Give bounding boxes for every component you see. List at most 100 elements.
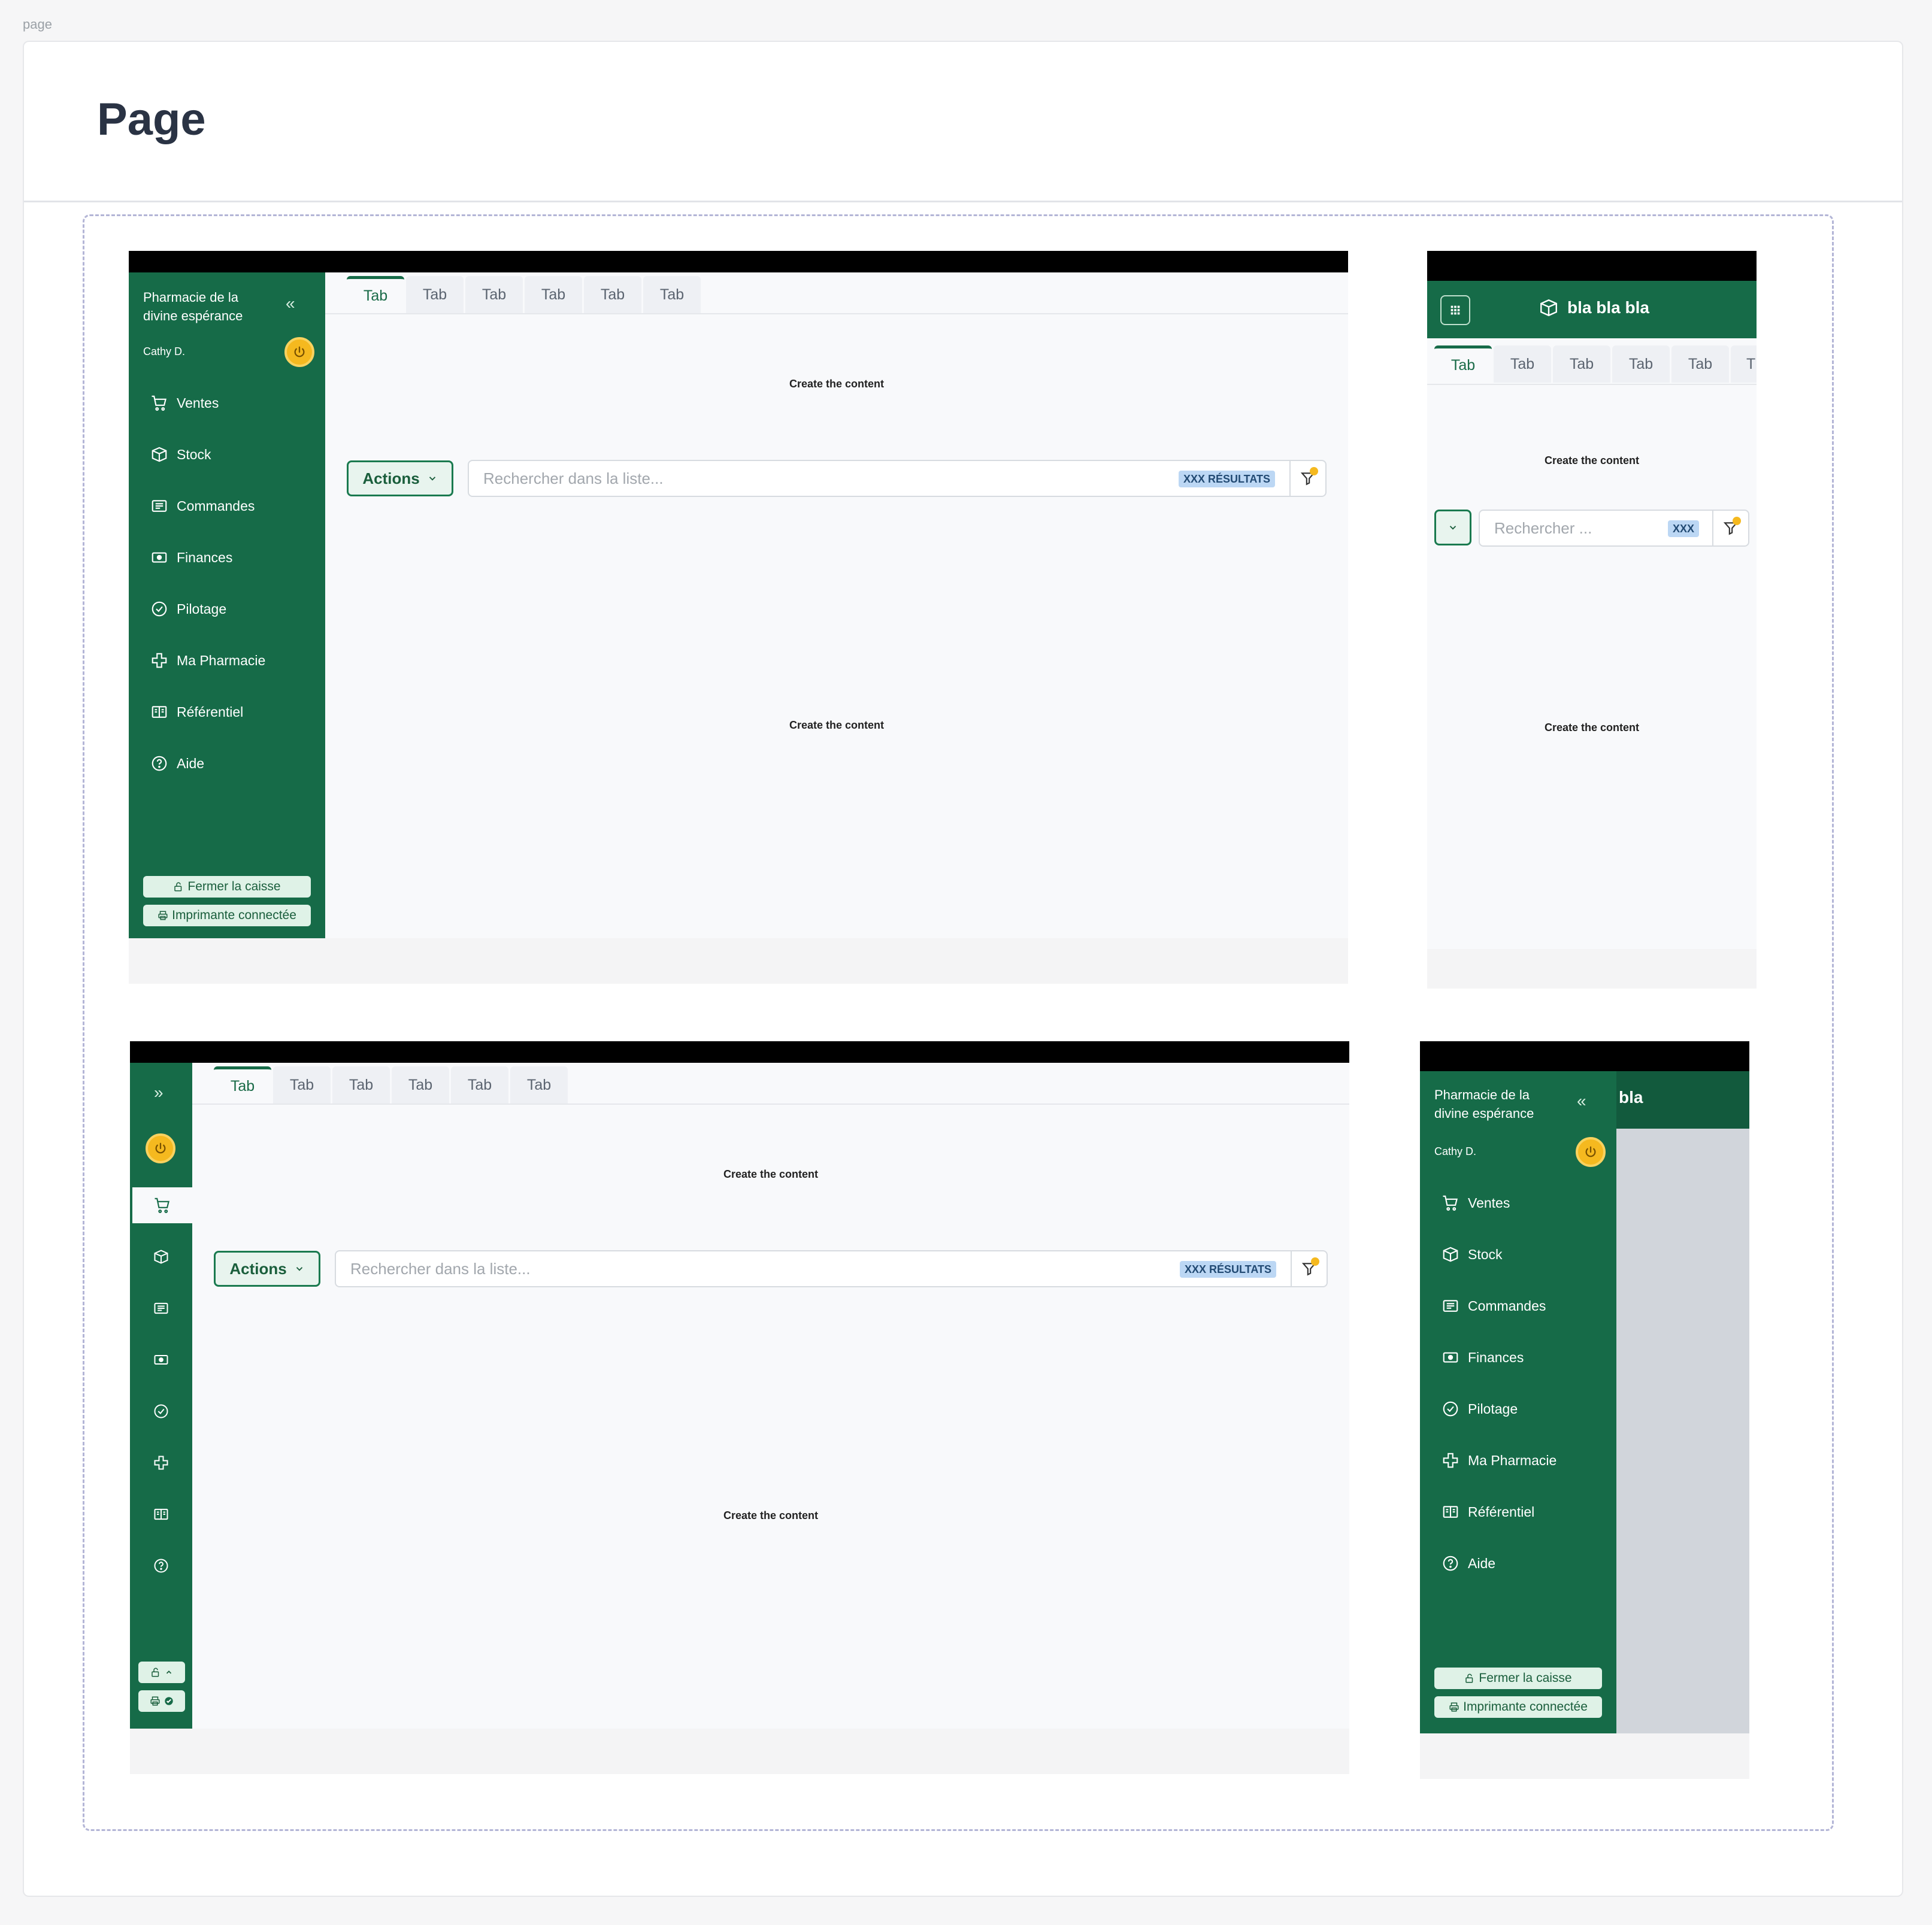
gauge-icon bbox=[152, 601, 167, 617]
sidebar-drawer: Pharmacie de la divine espérance « Cathy … bbox=[1420, 1071, 1616, 1733]
tab-1[interactable]: Tab bbox=[347, 276, 404, 313]
book-icon bbox=[1443, 1506, 1458, 1518]
cross-icon bbox=[1443, 1453, 1458, 1468]
status-bar bbox=[129, 251, 1348, 272]
tab-6[interactable]: Tab bbox=[643, 276, 701, 313]
sidebar-item-finances[interactable]: Finances bbox=[1442, 1345, 1524, 1369]
sidebar-item-pilotage[interactable]: Pilotage bbox=[1442, 1397, 1518, 1421]
filter-button[interactable] bbox=[1712, 511, 1748, 545]
tab-4[interactable]: Tab bbox=[392, 1066, 449, 1104]
sidebar-item-label: Ventes bbox=[1468, 1195, 1510, 1211]
actions-button[interactable]: Actions bbox=[347, 460, 453, 496]
printer-status-button[interactable]: Imprimante connectée bbox=[1434, 1696, 1602, 1718]
frames-container: Pharmacie de la divine espérance « Cathy … bbox=[83, 214, 1834, 1831]
expand-sidebar-button[interactable]: » bbox=[154, 1083, 163, 1102]
actions-button[interactable]: Actions bbox=[214, 1251, 320, 1287]
tab-5[interactable]: Tab bbox=[451, 1066, 508, 1104]
sidebar-item-aide[interactable] bbox=[131, 1548, 191, 1584]
gauge-icon bbox=[1443, 1401, 1458, 1417]
tab-3[interactable]: Tab bbox=[465, 276, 523, 313]
search-input[interactable] bbox=[350, 1251, 1129, 1286]
sidebar-item-ma-pharmacie[interactable]: Ma Pharmacie bbox=[150, 648, 265, 672]
sidebar-item-commandes[interactable] bbox=[131, 1290, 191, 1326]
sidebar-item-stock[interactable]: Stock bbox=[150, 442, 211, 466]
filter-button[interactable] bbox=[1289, 461, 1325, 496]
backdrop-overlay[interactable] bbox=[1616, 1129, 1749, 1733]
user-name: Cathy D. bbox=[1434, 1145, 1477, 1157]
sidebar-item-ma-pharmacie[interactable]: Ma Pharmacie bbox=[1442, 1448, 1556, 1472]
actions-label: Actions bbox=[229, 1259, 287, 1278]
cash-icon bbox=[154, 1355, 168, 1365]
filter-button[interactable] bbox=[1291, 1251, 1327, 1286]
card-header: Page bbox=[24, 42, 1902, 202]
sidebar-item-label: Référentiel bbox=[177, 704, 244, 720]
tab-5[interactable]: Tab bbox=[1671, 345, 1729, 383]
sidebar-item-finances[interactable] bbox=[131, 1342, 191, 1378]
tab-4[interactable]: Tab bbox=[525, 276, 582, 313]
book-icon bbox=[154, 1508, 168, 1520]
help-icon bbox=[1443, 1556, 1458, 1571]
close-register-button[interactable]: Fermer la caisse bbox=[143, 876, 311, 898]
logout-button[interactable] bbox=[146, 1133, 175, 1163]
tab-2[interactable]: Tab bbox=[406, 276, 464, 313]
tab-2[interactable]: Tab bbox=[1494, 345, 1551, 383]
sidebar: Pharmacie de la divine espérance « Cathy … bbox=[129, 272, 325, 938]
tab-6[interactable]: T bbox=[1731, 345, 1757, 383]
sidebar-item-referentiel[interactable]: Référentiel bbox=[1442, 1500, 1534, 1524]
tab-3[interactable]: Tab bbox=[332, 1066, 390, 1104]
sidebar-item-aide[interactable]: Aide bbox=[1442, 1551, 1495, 1575]
sidebar-item-ventes[interactable] bbox=[132, 1187, 192, 1223]
results-count-badge: XXX RÉSULTATS bbox=[1179, 1261, 1276, 1278]
sidebar-item-label: Pilotage bbox=[177, 601, 227, 617]
tab-4[interactable]: Tab bbox=[1612, 345, 1670, 383]
sidebar-collapsed: » bbox=[130, 1063, 192, 1729]
mobile-title-label: bla bla bla bbox=[1567, 298, 1649, 317]
cross-icon bbox=[154, 1456, 168, 1470]
collapse-sidebar-button[interactable]: « bbox=[286, 294, 295, 313]
sidebar-item-ma-pharmacie[interactable] bbox=[131, 1445, 191, 1481]
tab-6[interactable]: Tab bbox=[510, 1066, 568, 1104]
close-register-button[interactable]: Fermer la caisse bbox=[1434, 1668, 1602, 1689]
search-box: XXX RÉSULTATS bbox=[468, 460, 1327, 497]
book-icon bbox=[152, 706, 167, 718]
sidebar-item-commandes[interactable]: Commandes bbox=[1442, 1294, 1546, 1318]
search-input[interactable] bbox=[483, 461, 1142, 496]
tab-5[interactable]: Tab bbox=[584, 276, 641, 313]
sidebar-item-label: Aide bbox=[177, 755, 205, 771]
content-placeholder-bottom: Create the content bbox=[723, 1509, 819, 1521]
sidebar-item-label: Ma Pharmacie bbox=[177, 652, 266, 668]
sidebar-item-commandes[interactable]: Commandes bbox=[150, 494, 255, 518]
status-bar bbox=[1427, 251, 1757, 281]
sidebar-item-stock[interactable] bbox=[131, 1239, 191, 1275]
tab-1[interactable]: Tab bbox=[214, 1066, 271, 1104]
apps-menu-button[interactable] bbox=[1440, 295, 1470, 325]
cross-icon bbox=[152, 653, 167, 668]
printer-status-button[interactable] bbox=[138, 1690, 185, 1712]
search-input[interactable] bbox=[1494, 511, 1662, 545]
sidebar-item-stock[interactable]: Stock bbox=[1442, 1242, 1503, 1266]
sidebar-item-label: Stock bbox=[177, 446, 211, 462]
actions-button[interactable] bbox=[1434, 510, 1471, 545]
sidebar-item-label: Finances bbox=[1468, 1349, 1524, 1365]
close-register-button[interactable] bbox=[138, 1662, 185, 1683]
sidebar-item-referentiel[interactable]: Référentiel bbox=[150, 700, 243, 724]
printer-status-button[interactable]: Imprimante connectée bbox=[143, 905, 311, 926]
sidebar-item-finances[interactable]: Finances bbox=[150, 545, 232, 569]
unlock-icon bbox=[174, 882, 182, 892]
sidebar-item-referentiel[interactable] bbox=[131, 1496, 191, 1532]
tab-1[interactable]: Tab bbox=[1434, 345, 1492, 383]
power-icon bbox=[155, 1142, 166, 1154]
sidebar-item-pilotage[interactable] bbox=[131, 1393, 191, 1429]
logout-button[interactable] bbox=[284, 337, 314, 367]
printer-icon bbox=[150, 1696, 160, 1706]
tab-3[interactable]: Tab bbox=[1553, 345, 1610, 383]
tab-2[interactable]: Tab bbox=[273, 1066, 331, 1104]
cart-icon bbox=[155, 1198, 169, 1213]
sidebar-item-pilotage[interactable]: Pilotage bbox=[150, 597, 226, 621]
logout-button[interactable] bbox=[1576, 1137, 1606, 1167]
sidebar-item-ventes[interactable]: Ventes bbox=[1442, 1191, 1510, 1215]
user-name: Cathy D. bbox=[143, 345, 186, 357]
close-drawer-button[interactable]: « bbox=[1577, 1092, 1586, 1111]
sidebar-item-aide[interactable]: Aide bbox=[150, 751, 204, 775]
sidebar-item-ventes[interactable]: Ventes bbox=[150, 391, 219, 415]
